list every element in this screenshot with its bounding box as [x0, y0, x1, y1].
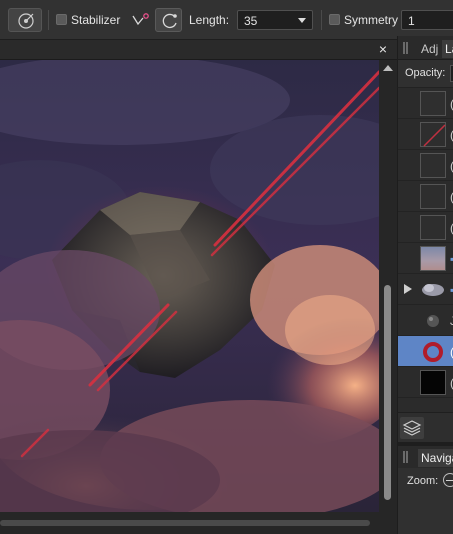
layer-row[interactable]: (: [398, 150, 453, 181]
layers-button[interactable]: [400, 417, 424, 439]
navigator-panel: Zoom:: [397, 468, 453, 534]
layer-thumbnail: [420, 308, 446, 333]
layer-row[interactable]: ▪: [398, 243, 453, 274]
toolbar-separator: [321, 10, 322, 30]
layer-row[interactable]: J: [398, 305, 453, 336]
layer-row[interactable]: (: [398, 181, 453, 212]
symmetry-count-field[interactable]: 1: [401, 10, 453, 30]
layer-thumbnail: [420, 215, 446, 240]
stabilizer-checkbox[interactable]: [56, 14, 67, 25]
layer-thumbnail: [420, 184, 446, 209]
scroll-up-arrow-icon[interactable]: [383, 65, 393, 71]
layer-row[interactable]: ▪: [398, 274, 453, 305]
panel-grip-icon[interactable]: [403, 42, 408, 54]
layer-row[interactable]: (: [398, 88, 453, 119]
document-tab-bar: ×: [0, 40, 397, 60]
artwork: [0, 60, 379, 512]
layer-row[interactable]: (: [398, 119, 453, 150]
studio-tabs: Adj La: [397, 36, 453, 60]
vertical-scrollbar[interactable]: [379, 60, 397, 534]
close-icon[interactable]: ×: [379, 41, 387, 57]
brush-tool-button[interactable]: [8, 8, 42, 32]
vertical-scroll-thumb[interactable]: [384, 285, 391, 500]
tab-layers[interactable]: La: [442, 40, 453, 58]
symmetry-value: 1: [408, 14, 415, 28]
context-toolbar: Stabilizer Length: 35 Symmetry 1: [0, 0, 453, 40]
length-field[interactable]: 35: [237, 10, 313, 30]
layers-list: ( ( ( ( ( ▪ ▪ J (: [397, 88, 453, 412]
layer-thumbnail: [420, 122, 446, 147]
zoom-out-icon[interactable]: [443, 473, 453, 487]
window-mode-button[interactable]: [155, 8, 182, 32]
layer-thumbnail: [420, 153, 446, 178]
layer-row-selected[interactable]: (: [398, 336, 453, 367]
stabilizer-label: Stabilizer: [71, 13, 121, 27]
length-value: 35: [244, 14, 258, 28]
expand-arrow-icon[interactable]: [404, 284, 412, 294]
zoom-label: Zoom:: [407, 475, 439, 487]
tab-navigator[interactable]: Navigat: [418, 449, 453, 467]
window-mode-icon: [162, 13, 177, 29]
layer-thumbnail: [420, 277, 446, 302]
rope-mode-icon: [132, 13, 149, 26]
panel-grip-icon[interactable]: [403, 451, 408, 463]
layer-thumbnail: [420, 91, 446, 116]
toolbar-separator: [48, 10, 49, 30]
layers-footer: [397, 412, 453, 442]
opacity-row: Opacity:: [397, 60, 453, 88]
layer-row[interactable]: (: [398, 367, 453, 398]
chevron-down-icon[interactable]: [298, 18, 306, 23]
horizontal-scrollbar[interactable]: [0, 512, 379, 534]
tab-adjustments[interactable]: Adj: [418, 40, 441, 58]
layers-stack-icon: [402, 420, 422, 436]
layer-thumbnail: [420, 246, 446, 271]
symmetry-label: Symmetry: [344, 13, 398, 27]
navigator-tabs: Navigat: [397, 442, 453, 468]
opacity-label: Opacity:: [405, 67, 446, 79]
rope-mode-button[interactable]: [127, 8, 154, 32]
symmetry-checkbox[interactable]: [329, 14, 340, 25]
canvas[interactable]: [0, 60, 379, 512]
layer-row[interactable]: (: [398, 212, 453, 243]
horizontal-scroll-thumb[interactable]: [0, 520, 370, 526]
layer-thumbnail: [420, 370, 446, 395]
brush-target-icon: [18, 13, 34, 29]
length-label: Length:: [189, 13, 230, 27]
layer-thumbnail: [420, 339, 446, 364]
